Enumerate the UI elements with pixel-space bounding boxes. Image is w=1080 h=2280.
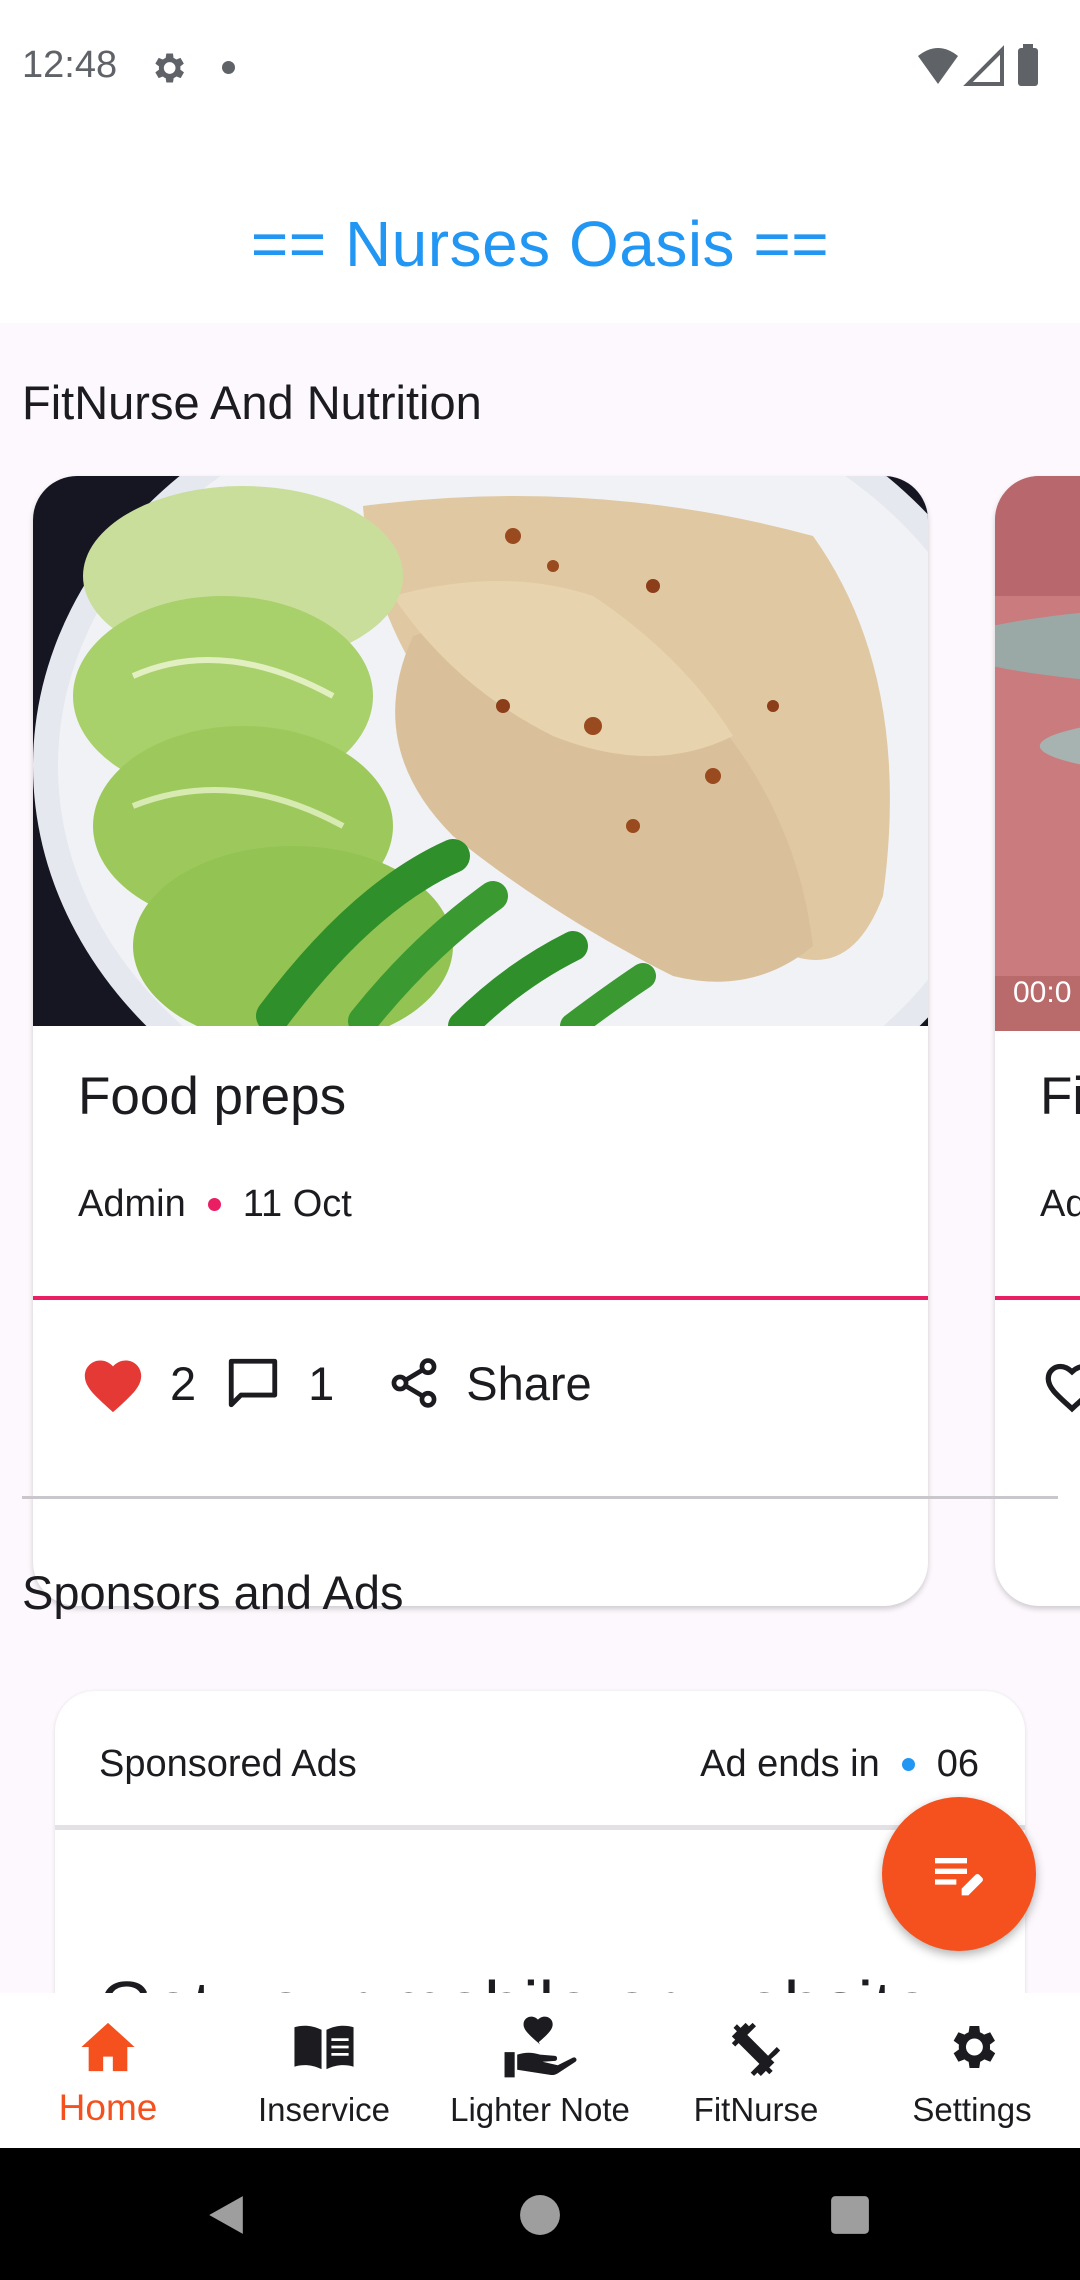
post-actions: 2 1 Share <box>78 1348 592 1418</box>
meta-separator-dot <box>207 1198 221 1211</box>
post-video-thumbnail <box>995 476 1080 1031</box>
ad-ends-label: Ad ends in <box>700 1743 880 1785</box>
nav-item-lighter-note[interactable]: Lighter Note <box>432 1993 648 2148</box>
status-bar: 12:48 <box>0 0 1080 135</box>
post-date: 11 Oct <box>242 1183 352 1225</box>
system-status-icons <box>918 44 1038 86</box>
like-count: 2 <box>170 1356 197 1410</box>
card-divider <box>995 1296 1080 1300</box>
share-button[interactable]: Share <box>466 1356 591 1411</box>
home-icon <box>81 2022 135 2072</box>
post-author: Admin <box>78 1183 186 1225</box>
post-author: Ad <box>1040 1183 1080 1225</box>
card-divider <box>33 1296 928 1300</box>
app-header: == Nurses Oasis == <box>0 135 1080 323</box>
dumbbell-icon <box>731 2022 781 2076</box>
section-title-fitnurse: FitNurse And Nutrition <box>22 376 482 429</box>
ad-ends-value: 06 <box>936 1743 979 1785</box>
ad-headline: Get your mobile or website <box>99 1966 932 1993</box>
post-title: Fi <box>1040 1067 1080 1126</box>
post-meta: Admin 11 Oct <box>78 1183 352 1226</box>
ad-timer: Ad ends in 06 <box>700 1743 979 1786</box>
signal-icon <box>963 45 1004 86</box>
video-timestamp: 00:0 <box>1013 976 1072 1009</box>
nav-label-settings: Settings <box>912 2091 1032 2128</box>
ad-divider <box>55 1825 1025 1830</box>
bottom-navigation: Home Inservice Lighter Note FitNurse Set… <box>0 1993 1080 2148</box>
ad-label: Sponsored Ads <box>99 1743 357 1785</box>
share-icon[interactable] <box>386 1355 442 1411</box>
nav-label-fitnurse: FitNurse <box>693 2091 819 2128</box>
heart-hand-icon <box>504 2016 577 2078</box>
heart-filled-icon[interactable] <box>78 1352 148 1414</box>
gear-icon <box>953 2025 996 2069</box>
section-title-sponsors: Sponsors and Ads <box>22 1566 404 1619</box>
wifi-icon <box>918 48 958 84</box>
post-image <box>33 476 928 1026</box>
back-icon[interactable] <box>205 2194 247 2236</box>
nav-label-lighter-note: Lighter Note <box>450 2091 630 2128</box>
nav-item-fitnurse[interactable]: FitNurse <box>648 1993 864 2148</box>
notification-dot-icon <box>222 61 235 74</box>
nav-label-home: Home <box>58 2087 158 2128</box>
ad-timer-dot <box>901 1758 915 1771</box>
main-content[interactable]: FitNurse And Nutrition Food preps Admin … <box>0 323 1080 1993</box>
recents-square-icon[interactable] <box>829 2194 871 2236</box>
settings-gear-icon <box>155 53 184 83</box>
post-title: Food preps <box>78 1067 347 1126</box>
book-icon <box>294 2025 354 2070</box>
system-navigation-bar <box>0 2148 1080 2280</box>
app-title: == Nurses Oasis == <box>250 208 830 280</box>
heart-outline-icon[interactable] <box>1040 1356 1080 1414</box>
home-circle-icon[interactable] <box>519 2194 561 2236</box>
compose-fab[interactable] <box>882 1797 1036 1951</box>
post-card-partial[interactable]: 00:0 Fi Ad <box>995 476 1080 1606</box>
comment-icon[interactable] <box>224 1354 282 1412</box>
nav-item-inservice[interactable]: Inservice <box>216 1993 432 2148</box>
post-card[interactable]: Food preps Admin 11 Oct 2 1 Share <box>33 476 928 1606</box>
nav-item-home[interactable]: Home <box>0 1993 216 2148</box>
sponsored-ad-card[interactable]: Sponsored Ads Ad ends in 06 Get your mob… <box>55 1691 1025 1993</box>
battery-icon <box>1018 48 1038 86</box>
status-time: 12:48 <box>22 44 118 86</box>
nav-item-settings[interactable]: Settings <box>864 1993 1080 2148</box>
comment-count: 1 <box>308 1356 335 1410</box>
nav-label-inservice: Inservice <box>257 2091 391 2128</box>
edit-note-icon <box>935 1858 983 1896</box>
section-divider <box>22 1496 1058 1499</box>
